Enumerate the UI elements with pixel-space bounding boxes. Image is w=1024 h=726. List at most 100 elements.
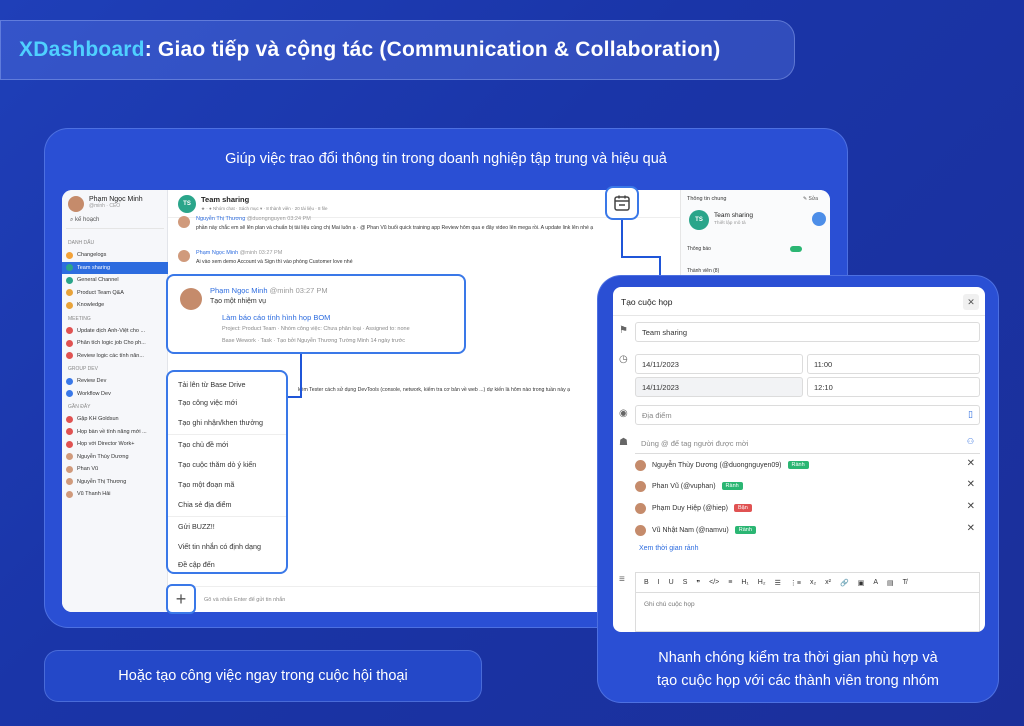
sidebar-item[interactable]: Họp bàn về tính năng mới ...: [62, 426, 168, 439]
message-author[interactable]: Nguyễn Thị Thương: [196, 216, 245, 222]
sidebar-item[interactable]: Phân tích logic job Cho ph...: [62, 337, 168, 350]
sidebar-item[interactable]: Gặp KH Goldsun: [62, 413, 168, 426]
search-input[interactable]: ⌕ kế hoạch: [66, 217, 164, 229]
format-button[interactable]: B: [644, 579, 649, 586]
sidebar-list: DANH DẤU Changelogs Team sharing General Ch…: [62, 236, 168, 501]
sidebar-item[interactable]: Nguyễn Thùy Dương: [62, 451, 168, 464]
format-button[interactable]: ☰: [775, 579, 781, 587]
start-date-field[interactable]: 14/11/2023: [635, 354, 803, 374]
notification-toggle[interactable]: [790, 246, 802, 252]
message-time: @minh 03:27 PM: [269, 286, 328, 295]
format-button[interactable]: x²: [825, 579, 831, 586]
members-label[interactable]: Thành viên (8): [687, 268, 719, 274]
format-button[interactable]: </>: [709, 579, 719, 586]
location-field[interactable]: Địa điểm ▯: [635, 405, 980, 425]
format-button[interactable]: ❞: [696, 579, 700, 587]
message: Phạm Ngọc Minh @minh 03:27 PM Ai vào xem…: [178, 250, 668, 270]
sidebar-item[interactable]: Team sharing: [62, 261, 168, 274]
add-icon[interactable]: +: [166, 584, 196, 614]
sidebar-item-label: Knowledge: [77, 302, 105, 309]
map-icon[interactable]: ▯: [968, 409, 973, 420]
edit-button[interactable]: ✎ Sửa: [803, 196, 818, 202]
menu-item-upload[interactable]: Tải lên từ Base Drive: [178, 380, 246, 389]
message-author[interactable]: Phạm Ngọc Minh: [210, 286, 268, 295]
menu-item-create-reward[interactable]: Tạo ghi nhận/khen thưởng: [178, 418, 263, 427]
format-button[interactable]: ▤: [887, 579, 894, 587]
sidebar-item[interactable]: Review Dev: [62, 375, 168, 388]
sidebar-item[interactable]: Workflow Dev: [62, 388, 168, 401]
channel-icon: [66, 478, 73, 486]
brand-name: XDashboard: [19, 38, 145, 61]
end-time-field[interactable]: 12:10: [807, 377, 980, 397]
close-icon[interactable]: ✕: [963, 294, 979, 310]
message-author[interactable]: Phạm Ngọc Minh: [196, 250, 238, 256]
menu-item-create-task[interactable]: Tạo công việc mới: [178, 398, 237, 407]
member-name: Vũ Nhật Nam (@namvu): [652, 526, 729, 534]
channel-description[interactable]: Thiết lập mô tả: [714, 221, 746, 226]
menu-item-buzz[interactable]: Gửi BUZZ!!: [178, 522, 215, 531]
user-name: Phạm Ngọc Minh: [89, 196, 143, 203]
channel-avatar: TS: [178, 195, 196, 213]
add-people-icon[interactable]: ⚇: [967, 437, 974, 446]
channel-avatar: TS: [689, 210, 709, 230]
menu-item-formatted-message[interactable]: Viết tin nhắn có định dạng: [178, 542, 261, 551]
divider: [168, 516, 286, 517]
sidebar-item-label: Nguyễn Thùy Dương: [77, 453, 129, 460]
format-button[interactable]: T̸: [903, 579, 907, 586]
sidebar-item[interactable]: Knowledge: [62, 299, 168, 312]
menu-item-create-code[interactable]: Tạo một đoạn mã: [178, 480, 234, 489]
format-button[interactable]: 🔗: [840, 579, 849, 587]
message: Nguyễn Thị Thương @duongnguyen 03:24 PM …: [178, 216, 668, 246]
call-icon[interactable]: [812, 212, 826, 226]
sidebar-item[interactable]: Họp với Director Work+: [62, 438, 168, 451]
format-button[interactable]: H₂: [758, 579, 766, 586]
tag-input[interactable]: Dùng @ để tag người được mời ⚇: [635, 434, 980, 454]
format-button[interactable]: U: [669, 579, 674, 586]
menu-item-create-topic[interactable]: Tạo chủ đề mới: [178, 440, 228, 449]
task-link[interactable]: Làm báo cáo tính hình họp BOM: [222, 313, 330, 322]
sidebar-item[interactable]: Nguyễn Thị Thương: [62, 476, 168, 489]
member-name: Nguyễn Thùy Dương (@duongnguyen09): [652, 461, 782, 469]
menu-item-share-location[interactable]: Chia sẻ địa điểm: [178, 500, 232, 509]
sidebar-item[interactable]: Review logic các tính năn...: [62, 350, 168, 363]
top-caption: Giúp việc trao đổi thông tin trong doanh…: [225, 151, 667, 167]
sidebar-item[interactable]: General Channel: [62, 274, 168, 287]
channel-icon: [66, 289, 73, 297]
meeting-notes-field[interactable]: Ghi chú cuộc họp: [635, 592, 980, 632]
avatar: [180, 288, 202, 310]
channel-icon: [66, 352, 73, 360]
dialog-title: Tạo cuộc họp: [621, 297, 673, 307]
menu-item-mention[interactable]: Đề cập đến: [178, 560, 215, 569]
format-button[interactable]: S: [683, 579, 688, 586]
format-button[interactable]: A: [873, 579, 878, 586]
sidebar-user[interactable]: Phạm Ngọc Minh @minh · CEO: [68, 196, 143, 212]
format-button[interactable]: ⋮≡: [790, 579, 801, 587]
format-button[interactable]: ≡: [728, 579, 732, 586]
start-time-field[interactable]: 11:00: [807, 354, 980, 374]
free-time-link[interactable]: Xem thời gian rảnh: [639, 545, 698, 552]
flag-icon: ⚑: [619, 325, 628, 336]
sidebar-item[interactable]: Phan Vũ: [62, 463, 168, 476]
sidebar-item[interactable]: Vũ Thanh Hải: [62, 488, 168, 501]
sidebar-group-label: DANH DẤU: [68, 240, 95, 246]
calendar-icon[interactable]: [605, 186, 639, 220]
format-button[interactable]: x₂: [810, 579, 816, 586]
remove-icon[interactable]: ✕: [967, 479, 975, 490]
sidebar-item[interactable]: Update dịch Anh-Việt cho ...: [62, 325, 168, 338]
avatar: [635, 524, 646, 536]
menu-item-create-poll[interactable]: Tạo cuộc thăm dò ý kiến: [178, 460, 256, 469]
format-button[interactable]: ▣: [858, 579, 865, 587]
sidebar-item[interactable]: Product Team Q&A: [62, 287, 168, 300]
meeting-name-field[interactable]: Team sharing: [635, 322, 980, 342]
connector-line: [300, 352, 302, 396]
remove-icon[interactable]: ✕: [967, 501, 975, 512]
remove-icon[interactable]: ✕: [967, 458, 975, 469]
sidebar-item[interactable]: Changelogs: [62, 249, 168, 262]
format-button[interactable]: H₁: [741, 579, 748, 586]
channel-title[interactable]: Team sharing: [201, 195, 249, 204]
end-date-field[interactable]: 14/11/2023: [635, 377, 803, 397]
clock-icon: ◷: [619, 354, 628, 365]
remove-icon[interactable]: ✕: [967, 523, 975, 534]
chat-header: TS Team sharing ★ · ● Nhóm chat · Sách m…: [168, 190, 680, 218]
format-button[interactable]: I: [658, 579, 660, 586]
